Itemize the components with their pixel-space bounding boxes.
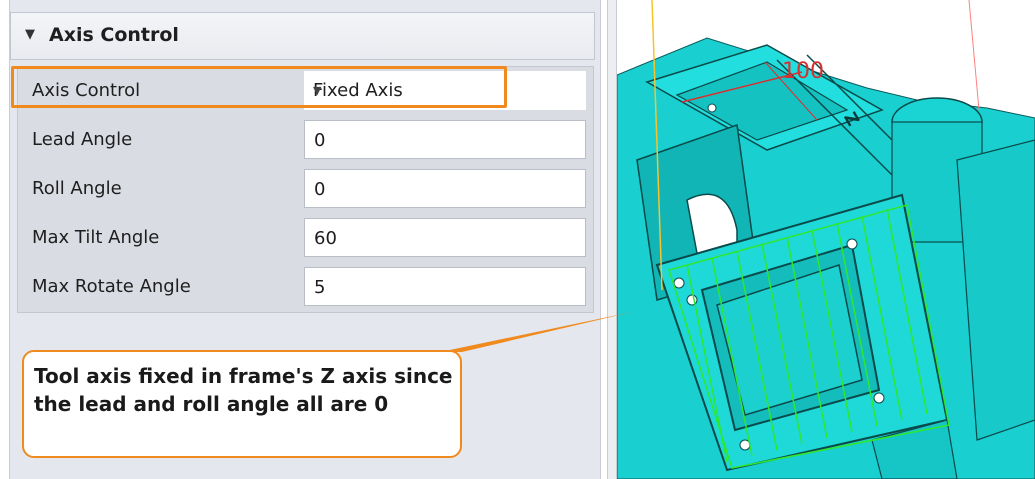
collapse-triangle-icon[interactable]: ▼ (25, 27, 35, 42)
axis-control-section-header[interactable]: ▼ Axis Control (10, 12, 595, 60)
property-label: Max Rotate Angle (32, 276, 191, 297)
part-model-render: 100 Z (617, 0, 1035, 479)
property-row-roll-angle: Roll Angle 0 (18, 165, 593, 214)
input-value: 0 (314, 179, 326, 200)
input-value: 60 (314, 228, 337, 249)
input-value: 0 (314, 130, 326, 151)
section-title: Axis Control (49, 24, 179, 46)
axis-control-highlight-box (11, 66, 507, 108)
property-label: Roll Angle (32, 178, 122, 199)
lead-angle-input[interactable]: 0 (304, 120, 586, 159)
annotation-callout: Tool axis fixed in frame's Z axis since … (22, 350, 462, 458)
property-row-max-tilt-angle: Max Tilt Angle 60 (18, 214, 593, 263)
input-value: 5 (314, 277, 326, 298)
max-tilt-angle-input[interactable]: 60 (304, 218, 586, 257)
panel-splitter[interactable] (607, 0, 617, 479)
property-row-lead-angle: Lead Angle 0 (18, 116, 593, 165)
property-panel: ▼ Axis Control Axis Control Fixed Axis ▼… (0, 0, 607, 479)
property-label: Max Tilt Angle (32, 227, 160, 248)
dimension-label: 100 (782, 59, 824, 84)
callout-text: Tool axis fixed in frame's Z axis since … (34, 364, 453, 416)
property-label: Lead Angle (32, 129, 133, 150)
3d-viewport[interactable]: 100 Z (617, 0, 1035, 479)
max-rotate-angle-input[interactable]: 5 (304, 267, 586, 306)
roll-angle-input[interactable]: 0 (304, 169, 586, 208)
property-row-max-rotate-angle: Max Rotate Angle 5 (18, 263, 593, 312)
